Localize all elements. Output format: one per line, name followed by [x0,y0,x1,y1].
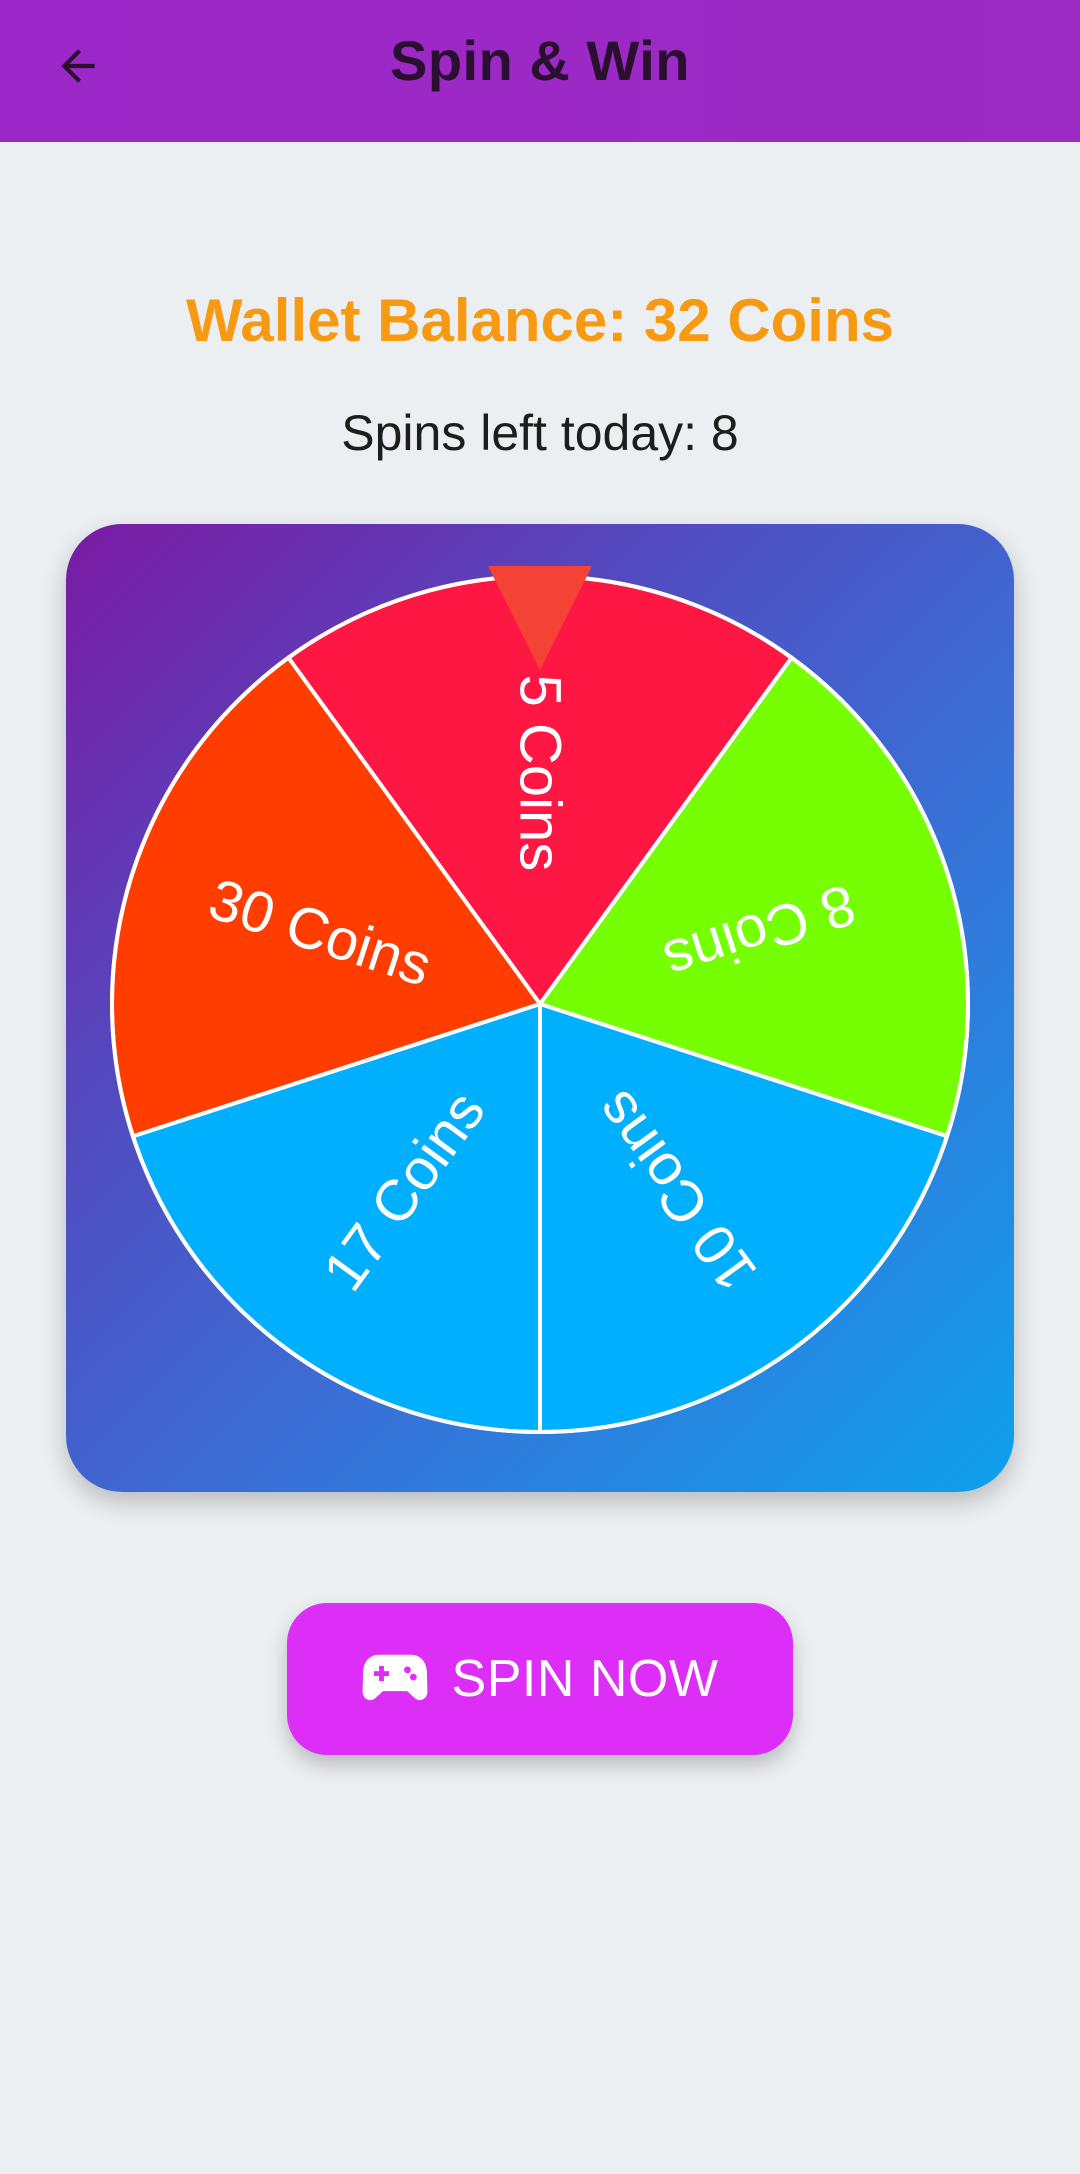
gamepad-icon [362,1654,427,1701]
spins-left-text: Spins left today: 8 [341,405,739,461]
wallet-balance: Wallet Balance: 32 Coins [186,287,894,354]
spin-wheel[interactable]: 5 Coins8 Coins10 Coins17 Coins30 Coins [66,524,1014,1492]
wheel-card: 5 Coins 8 Coins 10 Coins 17 Coins 30 Coins [66,524,1014,1492]
page-title: Spin & Win [389,29,690,92]
app-bar: Spin & Win [0,0,1080,142]
spin-now-label: SPIN NOW [451,1650,719,1708]
spin-now-button[interactable]: SPIN NOW [287,1603,793,1755]
wheel-segment-label: 5 Coins [508,675,573,872]
